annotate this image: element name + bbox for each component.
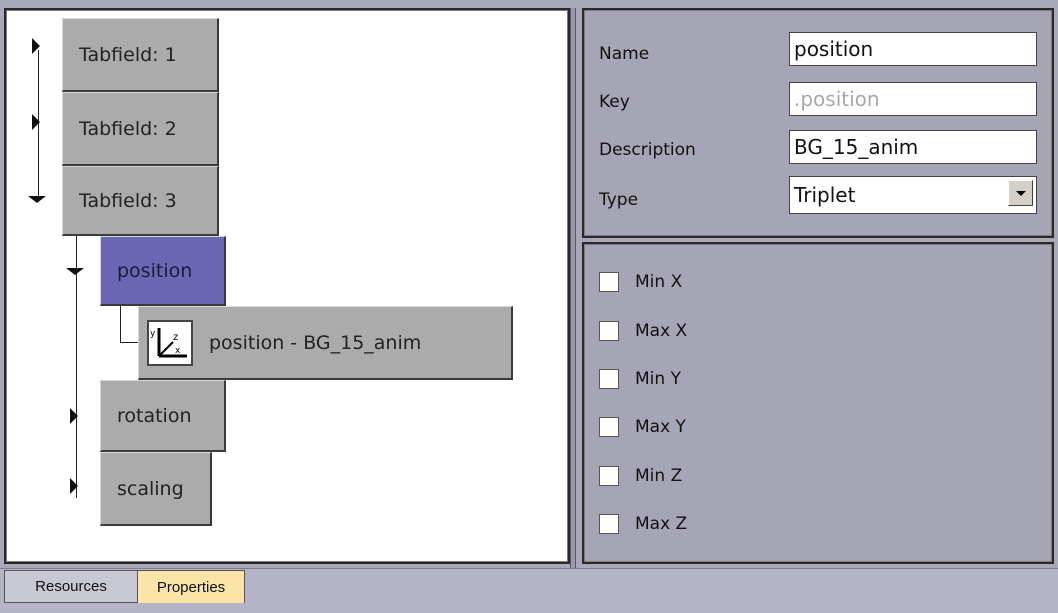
checkbox-box[interactable] <box>599 417 619 437</box>
tree-node-label: rotation <box>117 404 192 427</box>
tree-node-tabfield-3[interactable]: Tabfield: 3 <box>62 166 219 236</box>
expand-toggle-scaling[interactable] <box>70 478 78 494</box>
chevron-down-icon[interactable] <box>1008 180 1033 206</box>
panel-splitter[interactable] <box>570 8 576 568</box>
collapse-toggle-tabfield3[interactable] <box>28 196 46 203</box>
checkbox-label: Max Y <box>635 417 686 437</box>
tree-node-label: Tabfield: 1 <box>79 43 177 66</box>
tree-node-rotation[interactable]: rotation <box>100 380 226 452</box>
type-select[interactable]: Triplet <box>789 176 1037 214</box>
expand-toggle-tabfield1[interactable] <box>32 38 40 54</box>
tree-node-label: scaling <box>117 477 184 500</box>
checkbox-box[interactable] <box>599 369 619 389</box>
expand-toggle-tabfield2[interactable] <box>32 114 40 130</box>
properties-panel: Name position Key .position Description … <box>582 8 1054 238</box>
tree-node-label: position - BG_15_anim <box>209 331 422 354</box>
tree-connector <box>120 304 121 342</box>
checkbox-label: Max Z <box>635 514 688 534</box>
key-field: .position <box>789 82 1037 116</box>
checkbox-box[interactable] <box>599 514 619 534</box>
checkbox-max-z[interactable]: Max Z <box>599 514 687 534</box>
checkbox-box[interactable] <box>599 321 619 341</box>
checkbox-max-y[interactable]: Max Y <box>599 417 686 437</box>
description-label: Description <box>599 140 696 160</box>
key-label: Key <box>599 92 630 112</box>
checkbox-label: Max X <box>635 321 688 341</box>
name-field[interactable]: position <box>789 32 1037 66</box>
svg-text:x: x <box>175 346 181 356</box>
expand-toggle-rotation[interactable] <box>70 408 78 424</box>
tab-properties[interactable]: Properties <box>137 570 245 603</box>
checkbox-label: Min X <box>635 272 683 292</box>
tree-node-tabfield-2[interactable]: Tabfield: 2 <box>62 92 219 166</box>
tree-node-position-bg15-anim[interactable]: y z x position - BG_15_anim <box>138 306 513 380</box>
collapse-toggle-position[interactable] <box>66 268 84 275</box>
tree-panel: Tabfield: 1 Tabfield: 2 Tabfield: 3 posi… <box>4 8 570 564</box>
name-label: Name <box>599 44 650 64</box>
checkbox-box[interactable] <box>599 466 619 486</box>
description-field[interactable]: BG_15_anim <box>789 130 1037 164</box>
svg-text:z: z <box>173 332 178 343</box>
checkbox-label: Min Y <box>635 369 681 389</box>
checkbox-max-x[interactable]: Max X <box>599 321 687 341</box>
tree-node-label: Tabfield: 3 <box>79 189 177 212</box>
checkbox-min-z[interactable]: Min Z <box>599 466 682 486</box>
tree-node-label: position <box>117 259 193 282</box>
type-label: Type <box>599 190 639 210</box>
checkbox-min-y[interactable]: Min Y <box>599 369 681 389</box>
type-select-value: Triplet <box>794 183 856 207</box>
checkbox-label: Min Z <box>635 466 683 486</box>
bottom-tab-bar: Resources Properties <box>0 568 1058 613</box>
checkbox-box[interactable] <box>599 272 619 292</box>
tree-node-tabfield-1[interactable]: Tabfield: 1 <box>62 18 219 92</box>
tree-node-position[interactable]: position <box>100 236 226 306</box>
tree-node-label: Tabfield: 2 <box>79 117 177 140</box>
svg-text:y: y <box>150 329 156 339</box>
tab-resources[interactable]: Resources <box>4 570 138 603</box>
xyz-axes-icon: y z x <box>147 319 193 366</box>
tree-node-scaling[interactable]: scaling <box>100 452 212 526</box>
limits-panel: Min X Max X Min Y Max Y Min Z Max Z <box>582 242 1054 564</box>
tree-connector <box>120 342 138 343</box>
checkbox-min-x[interactable]: Min X <box>599 272 682 292</box>
